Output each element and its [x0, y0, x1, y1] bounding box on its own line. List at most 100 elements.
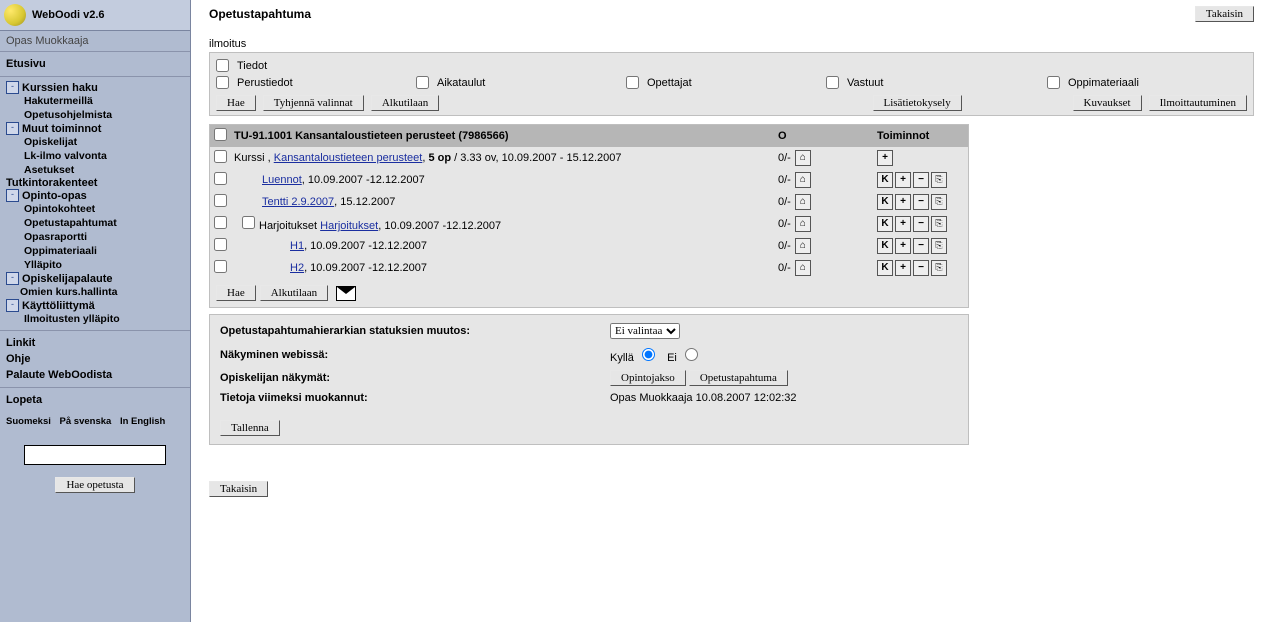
action-add-icon[interactable]: +: [877, 150, 893, 166]
collapse-icon[interactable]: -: [6, 81, 19, 94]
sidebar-item-asetukset[interactable]: Asetukset: [6, 163, 184, 177]
radio-yes[interactable]: [642, 348, 655, 361]
sidebar-etusivu[interactable]: Etusivu: [6, 56, 184, 72]
action-remove-icon[interactable]: −: [913, 194, 929, 210]
chk-perustiedot[interactable]: [216, 76, 229, 89]
sidebar-group-kurssien-haku[interactable]: - Kurssien haku: [6, 81, 184, 94]
row-link[interactable]: Harjoitukset: [320, 220, 378, 232]
collapse-icon[interactable]: -: [6, 272, 19, 285]
sidebar-palaute-weboodista[interactable]: Palaute WebOodista: [6, 367, 184, 383]
action-add-icon[interactable]: +: [895, 238, 911, 254]
sidebar-item-lkilmo[interactable]: Lk-ilmo valvonta: [6, 149, 184, 163]
action-remove-icon[interactable]: −: [913, 172, 929, 188]
action-remove-icon[interactable]: −: [913, 260, 929, 276]
row-checkbox[interactable]: [214, 172, 227, 185]
row-link[interactable]: Kansantaloustieteen perusteet: [274, 152, 423, 164]
sidebar-item-opetusohjelmista[interactable]: Opetusohjelmista: [6, 108, 184, 122]
person-icon[interactable]: ⌂: [795, 260, 811, 276]
filter-panel: Tiedot Perustiedot Aikataulut Opettajat …: [209, 52, 1254, 116]
lang-en[interactable]: In English: [120, 416, 165, 427]
row-link[interactable]: H1: [290, 240, 304, 252]
table-hae-button[interactable]: Hae: [216, 285, 256, 301]
collapse-icon[interactable]: -: [6, 122, 19, 135]
sidebar-tutkintorakenteet[interactable]: Tutkintorakenteet: [6, 177, 97, 189]
status-select[interactable]: Ei valintaa: [610, 323, 680, 339]
sidebar-search-button[interactable]: Hae opetusta: [55, 477, 134, 493]
save-button[interactable]: Tallenna: [220, 420, 280, 436]
collapse-icon[interactable]: -: [6, 299, 19, 312]
back-button-top[interactable]: Takaisin: [1195, 6, 1254, 22]
sidebar-item-hakutermeilla[interactable]: Hakutermeillä: [6, 94, 184, 108]
row-link[interactable]: H2: [290, 262, 304, 274]
action-k-icon[interactable]: K: [877, 260, 893, 276]
action-copy-icon[interactable]: ⎘: [931, 216, 947, 232]
opetustapahtuma-button[interactable]: Opetustapahtuma: [689, 370, 788, 386]
sidebar-item-ilmoitusten-yllapito[interactable]: Ilmoitusten ylläpito: [6, 312, 184, 326]
sidebar-group-opiskelijapalaute[interactable]: - Opiskelijapalaute: [6, 272, 184, 285]
table-select-all[interactable]: [214, 128, 227, 141]
filter-tyhjenna-button[interactable]: Tyhjennä valinnat: [263, 95, 364, 111]
action-add-icon[interactable]: +: [895, 172, 911, 188]
action-add-icon[interactable]: +: [895, 260, 911, 276]
chk-opettajat[interactable]: [626, 76, 639, 89]
person-icon[interactable]: ⌂: [795, 172, 811, 188]
action-copy-icon[interactable]: ⎘: [931, 238, 947, 254]
row-expand-checkbox[interactable]: [242, 216, 255, 229]
sidebar-item-opasraportti[interactable]: Opasraportti: [6, 230, 184, 244]
action-add-icon[interactable]: +: [895, 194, 911, 210]
person-icon[interactable]: ⌂: [795, 238, 811, 254]
sidebar-item-opetustapahtumat[interactable]: Opetustapahtumat: [6, 216, 184, 230]
filter-kuvaukset-button[interactable]: Kuvaukset: [1073, 95, 1142, 111]
chk-tiedot[interactable]: [216, 59, 229, 72]
action-remove-icon[interactable]: −: [913, 216, 929, 232]
radio-no[interactable]: [685, 348, 698, 361]
action-copy-icon[interactable]: ⎘: [931, 172, 947, 188]
sidebar-group-kayttoliittyma[interactable]: - Käyttöliittymä: [6, 299, 184, 312]
lang-sv[interactable]: På svenska: [60, 416, 112, 427]
sidebar-linkit[interactable]: Linkit: [6, 335, 184, 351]
table-alkutilaan-button[interactable]: Alkutilaan: [260, 285, 328, 301]
opintojakso-button[interactable]: Opintojakso: [610, 370, 686, 386]
sidebar-ohje[interactable]: Ohje: [6, 351, 184, 367]
lang-fi[interactable]: Suomeksi: [6, 416, 51, 427]
row-checkbox[interactable]: [214, 238, 227, 251]
back-button-bottom[interactable]: Takaisin: [209, 481, 268, 497]
filter-alkutilaan-button[interactable]: Alkutilaan: [371, 95, 439, 111]
filter-ilmoittautuminen-button[interactable]: Ilmoittautuminen: [1149, 95, 1247, 111]
sidebar-group-muut-toiminnot[interactable]: - Muut toiminnot: [6, 122, 184, 135]
action-add-icon[interactable]: +: [895, 216, 911, 232]
sidebar-item-opintokohteet[interactable]: Opintokohteet: [6, 202, 184, 216]
sidebar-group-opinto-opas[interactable]: - Opinto-opas: [6, 189, 184, 202]
sidebar-item-opiskelijat[interactable]: Opiskelijat: [6, 135, 184, 149]
row-link[interactable]: Tentti 2.9.2007: [262, 196, 334, 208]
action-k-icon[interactable]: K: [877, 238, 893, 254]
row-link[interactable]: Luennot: [262, 174, 302, 186]
chk-oppimateriaali[interactable]: [1047, 76, 1060, 89]
filter-hae-button[interactable]: Hae: [216, 95, 256, 111]
sidebar-item-yllapito[interactable]: Ylläpito: [6, 258, 184, 272]
chk-aikataulut[interactable]: [416, 76, 429, 89]
action-k-icon[interactable]: K: [877, 172, 893, 188]
table-row: H2, 10.09.2007 -12.12.20070/-⌂K+−⎘: [210, 257, 968, 279]
sidebar-item-omien-kurs[interactable]: Omien kurs.hallinta: [6, 285, 184, 299]
row-checkbox[interactable]: [214, 216, 227, 229]
row-checkbox[interactable]: [214, 194, 227, 207]
chk-vastuut[interactable]: [826, 76, 839, 89]
collapse-icon[interactable]: -: [6, 189, 19, 202]
row-checkbox[interactable]: [214, 260, 227, 273]
row-checkbox[interactable]: [214, 150, 227, 163]
action-copy-icon[interactable]: ⎘: [931, 194, 947, 210]
action-copy-icon[interactable]: ⎘: [931, 260, 947, 276]
person-icon[interactable]: ⌂: [795, 150, 811, 166]
filter-lisatieto-button[interactable]: Lisätietokysely: [873, 95, 962, 111]
sidebar-lopeta[interactable]: Lopeta: [6, 392, 184, 408]
action-k-icon[interactable]: K: [877, 194, 893, 210]
action-remove-icon[interactable]: −: [913, 238, 929, 254]
page-title: Opetustapahtuma: [209, 7, 311, 21]
mail-icon[interactable]: [336, 286, 356, 301]
sidebar-item-oppimateriaali[interactable]: Oppimateriaali: [6, 244, 184, 258]
person-icon[interactable]: ⌂: [795, 216, 811, 232]
person-icon[interactable]: ⌂: [795, 194, 811, 210]
sidebar-search-input[interactable]: [24, 445, 166, 465]
action-k-icon[interactable]: K: [877, 216, 893, 232]
